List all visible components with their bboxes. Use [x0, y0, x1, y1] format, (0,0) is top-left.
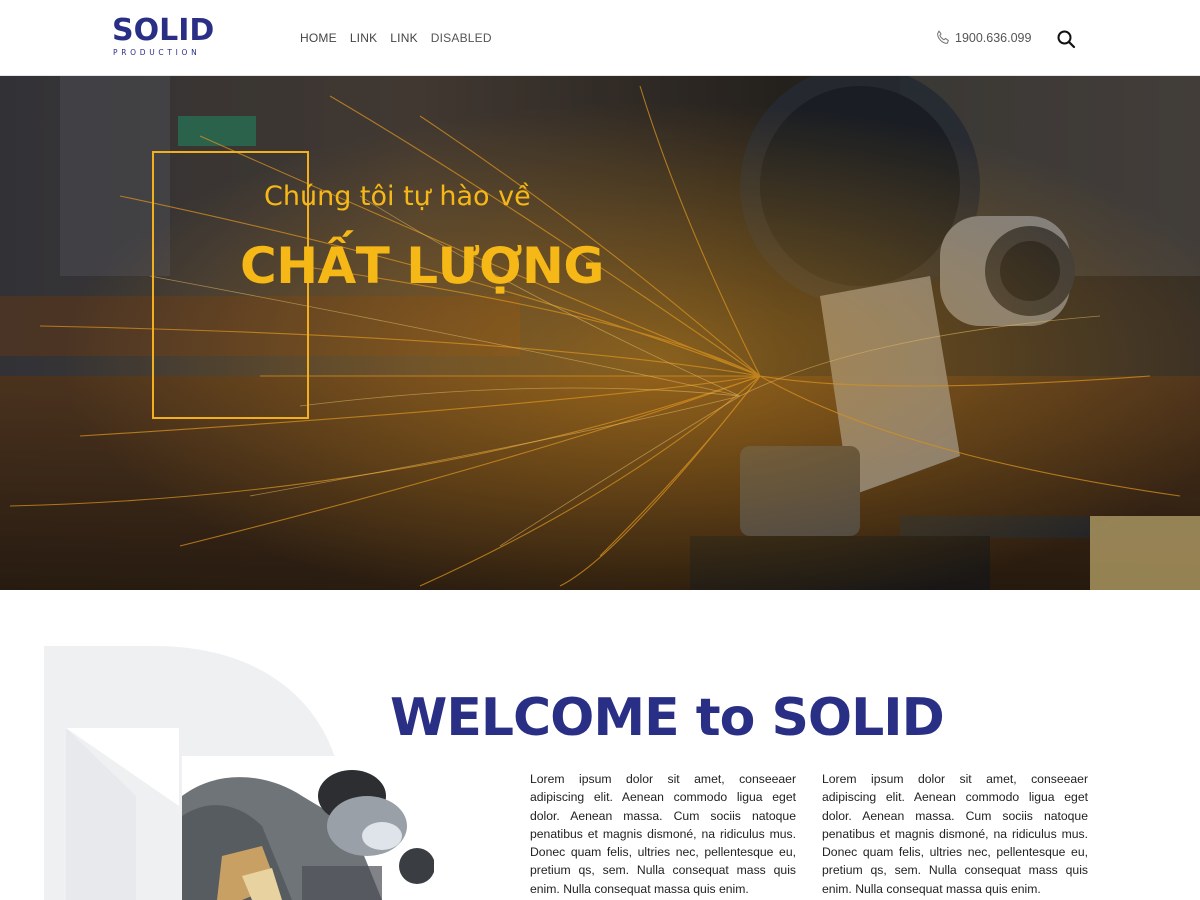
- welcome-text-column-2: Lorem ipsum dolor sit amet, conseeaer ad…: [822, 772, 1088, 896]
- nav-disabled-link: DISABLED: [430, 31, 492, 45]
- hero-heading: CHẤT LƯỢNG: [240, 237, 604, 295]
- phone-contact[interactable]: 1900.636.099: [934, 29, 1031, 47]
- phone-icon: [934, 29, 952, 47]
- welcome-title: WELCOME to SOLID: [390, 688, 945, 748]
- nav-home-link[interactable]: HOME: [300, 30, 337, 46]
- welder-photo: [182, 756, 434, 900]
- site-logo[interactable]: SOLID PRODUCTION: [112, 14, 232, 60]
- nav-link-2[interactable]: LINK: [390, 30, 417, 46]
- welcome-section: WELCOME to SOLID Lorem ipsum dolor sit a…: [0, 590, 1200, 900]
- main-nav: HOME LINK LINK DISABLED: [300, 30, 492, 46]
- logo-wordmark: SOLID: [112, 13, 215, 48]
- hero-banner: Chúng tôi tự hào về CHẤT LƯỢNG: [0, 76, 1200, 590]
- search-icon[interactable]: [1056, 29, 1076, 49]
- hero-subheading: Chúng tôi tự hào về: [264, 181, 531, 212]
- phone-number: 1900.636.099: [955, 31, 1032, 45]
- nav-link-1[interactable]: LINK: [350, 30, 377, 46]
- site-header: SOLID PRODUCTION HOME LINK LINK DISABLED…: [0, 0, 1200, 76]
- logo-tagline: PRODUCTION: [113, 48, 201, 57]
- welcome-text-column-1: Lorem ipsum dolor sit amet, conseeaer ad…: [530, 772, 796, 896]
